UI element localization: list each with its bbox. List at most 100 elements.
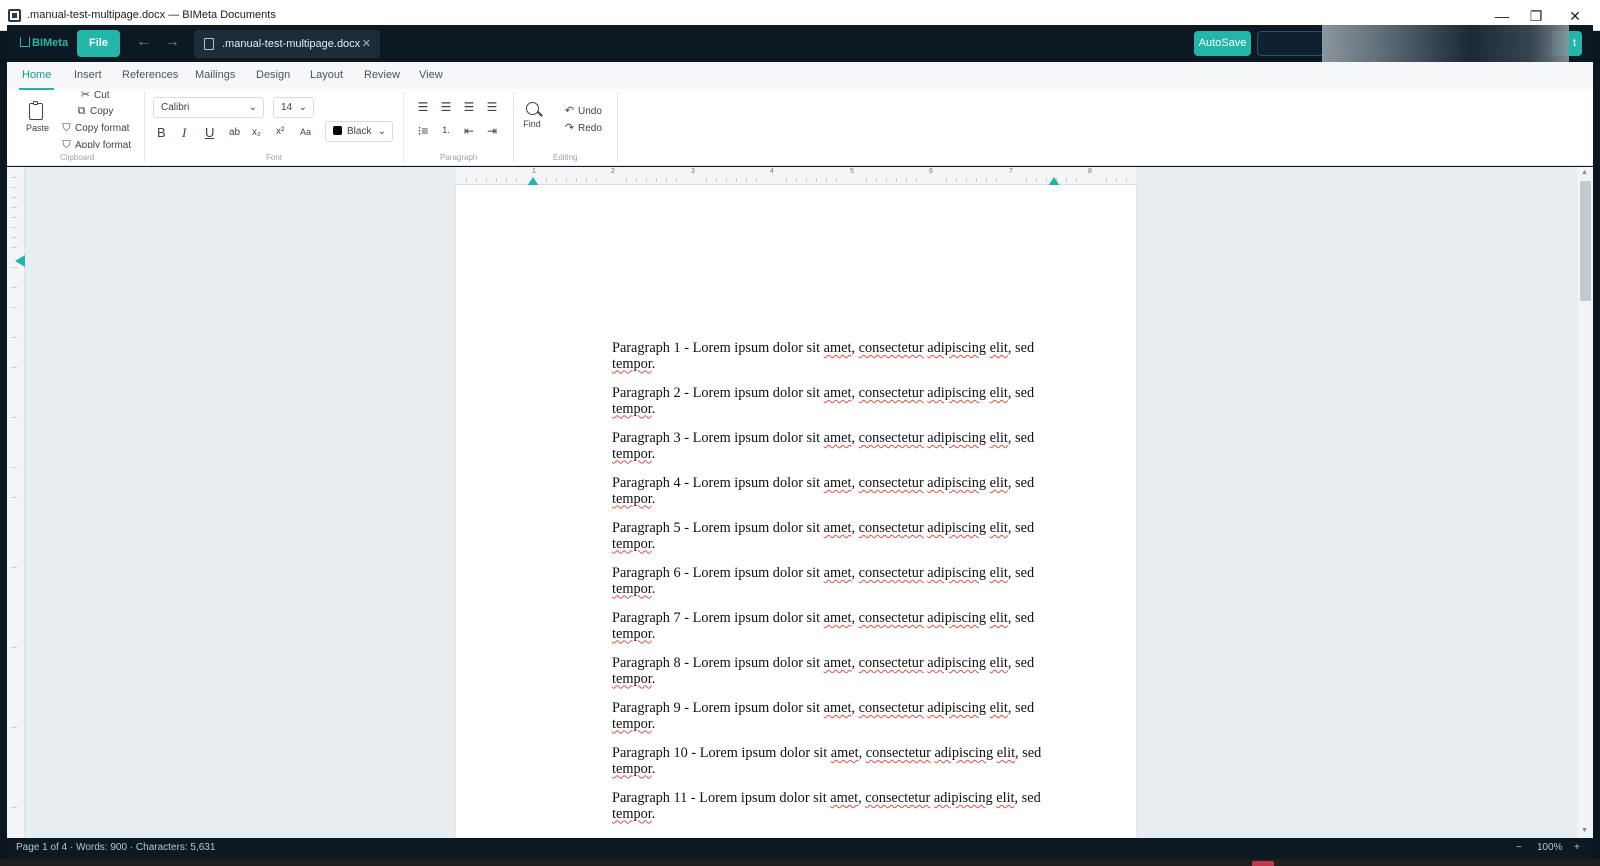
align-justify-icon[interactable]: ☰ [485,100,499,114]
document-paragraph[interactable]: Paragraph 7 - Lorem ipsum dolor sit amet… [612,610,1049,656]
document-paragraph[interactable]: Paragraph 10 - Lorem ipsum dolor sit ame… [612,745,1049,791]
ribbon: Home Insert References Mailings Design L… [7,62,1593,166]
redo-button[interactable]: ↷ Redo [563,121,602,134]
paragraph-list: Paragraph 1 - Lorem ipsum dolor sit amet… [612,341,1049,836]
font-size-select[interactable]: 14 ⌄ [273,97,314,118]
spelling-error: tempor [612,355,652,372]
find-button[interactable]: Find [521,102,543,130]
document-paragraph[interactable]: Paragraph 3 - Lorem ipsum dolor sit amet… [612,430,1049,476]
ruler-number: 2 [611,168,615,175]
page-count: Page 1 of 4 [16,842,68,853]
vertical-scrollbar[interactable]: ▲ ▼ [1578,167,1593,838]
spelling-error: adipiscing [927,430,987,446]
spelling-error: elit [989,520,1008,536]
spelling-error: tempor [612,805,652,822]
spelling-error: adipiscing [934,745,994,761]
align-left-icon[interactable]: ☰ [416,100,430,114]
spelling-error: consectetur [858,475,924,491]
spelling-error: consectetur [858,341,924,356]
app-window: .manual-test-multipage.docx — BIMeta Doc… [0,0,1600,866]
ruler-number: 7 [1009,168,1013,175]
apply-format-button[interactable]: ⛉ Apply format [60,139,131,148]
status-bar: Page 1 of 4 · Words: 900 · Characters: 5… [7,838,1593,859]
window-title: .manual-test-multipage.docx — BIMeta Doc… [27,9,276,21]
font-color-select[interactable]: Black ⌄ [325,121,393,142]
spelling-error: elit [989,385,1008,401]
cut-button[interactable]: ✂ Cut [79,88,110,101]
tab-view[interactable]: View [419,69,443,81]
tab-insert[interactable]: Insert [74,69,102,81]
copy-button[interactable]: ⧉ Copy [75,105,114,118]
file-button[interactable]: File [77,30,120,57]
document-paragraph[interactable]: Paragraph 4 - Lorem ipsum dolor sit amet… [612,475,1049,521]
ruler-number: 8 [1088,168,1092,175]
editing-group-label: Editing [553,153,578,162]
tab-design[interactable]: Design [256,69,290,81]
underline-button[interactable]: U [205,125,214,140]
increase-indent-icon[interactable]: ⇥ [485,124,499,138]
document-tab[interactable]: .manual-test-multipage.docx ✕ [194,30,380,58]
document-icon [204,38,214,50]
tab-mailings[interactable]: Mailings [195,69,235,81]
scroll-up-icon[interactable]: ▲ [1581,169,1588,176]
document-paragraph[interactable]: Paragraph 8 - Lorem ipsum dolor sit amet… [612,655,1049,701]
document-paragraph[interactable]: Paragraph 6 - Lorem ipsum dolor sit amet… [612,565,1049,611]
format-painter-icon: ⛉ [62,122,71,134]
zoom-in-button[interactable]: + [1574,842,1580,853]
document-page[interactable]: Paragraph 1 - Lorem ipsum dolor sit amet… [456,185,1136,838]
decrease-indent-icon[interactable]: ⇤ [462,124,476,138]
document-paragraph[interactable]: Paragraph 11 - Lorem ipsum dolor sit ame… [612,790,1049,836]
spelling-error: amet [823,475,852,491]
tab-review[interactable]: Review [364,69,400,81]
taskbar-indicator [1252,861,1274,866]
spelling-error: elit [989,341,1008,356]
forward-arrow-icon[interactable]: → [164,33,180,51]
close-tab-icon[interactable]: ✕ [362,30,371,58]
change-case-button[interactable]: Aa [300,127,311,137]
bold-button[interactable]: B [157,125,166,140]
strikethrough-button[interactable]: ab [229,127,240,138]
align-center-icon[interactable]: ☰ [439,100,453,114]
spelling-error: tempor [612,535,652,552]
document-paragraph[interactable]: Paragraph 9 - Lorem ipsum dolor sit amet… [612,700,1049,746]
zoom-out-button[interactable]: − [1516,842,1522,853]
spelling-error: adipiscing [927,475,987,491]
superscript-button[interactable]: x² [276,126,284,137]
bimeta-logo[interactable]: BIMeta [20,37,68,49]
tab-references[interactable]: References [122,69,178,81]
chevron-down-icon: ⌄ [248,102,257,113]
tab-layout[interactable]: Layout [310,69,343,81]
document-paragraph[interactable]: Paragraph 1 - Lorem ipsum dolor sit amet… [612,341,1049,386]
copy-format-button[interactable]: ⛉ Copy format [60,122,129,135]
bullet-list-icon[interactable]: ⁝≡ [416,124,430,138]
back-arrow-icon[interactable]: ← [136,33,152,51]
scissors-icon: ✂ [80,89,91,101]
scrollbar-thumb[interactable] [1580,181,1591,301]
spelling-error: elit [989,475,1008,491]
document-paragraph[interactable]: Paragraph 2 - Lorem ipsum dolor sit amet… [612,385,1049,431]
clipboard-group-label: Clipboard [60,153,95,162]
spelling-error: tempor [612,445,652,462]
document-paragraph[interactable]: Paragraph 5 - Lorem ipsum dolor sit amet… [612,520,1049,566]
numbered-list-button[interactable]: 1. [439,125,453,135]
align-right-icon[interactable]: ☰ [462,100,476,114]
spelling-error: consectetur [858,520,924,536]
spelling-error: adipiscing [927,341,987,356]
paste-button[interactable]: Paste [26,101,49,134]
group-divider [144,92,145,162]
color-swatch [333,126,342,135]
document-tab-name: .manual-test-multipage.docx [222,38,361,50]
italic-button[interactable]: I [182,125,186,141]
tab-home[interactable]: Home [18,69,55,90]
autosave-button[interactable]: AutoSave [1194,31,1251,56]
scroll-down-icon[interactable]: ▼ [1581,827,1588,834]
spelling-error: tempor [612,625,652,642]
spelling-error: consectetur [858,700,924,716]
undo-button[interactable]: ↶ Undo [563,104,602,117]
vertical-margin-marker[interactable] [15,255,25,267]
subscript-button[interactable]: x₂ [252,127,261,138]
clipboard-icon [29,101,43,120]
font-family-select[interactable]: Calibri ⌄ [153,97,264,118]
apply-format-icon: ⛉ [62,139,71,148]
chevron-down-icon: ⌄ [298,102,307,113]
